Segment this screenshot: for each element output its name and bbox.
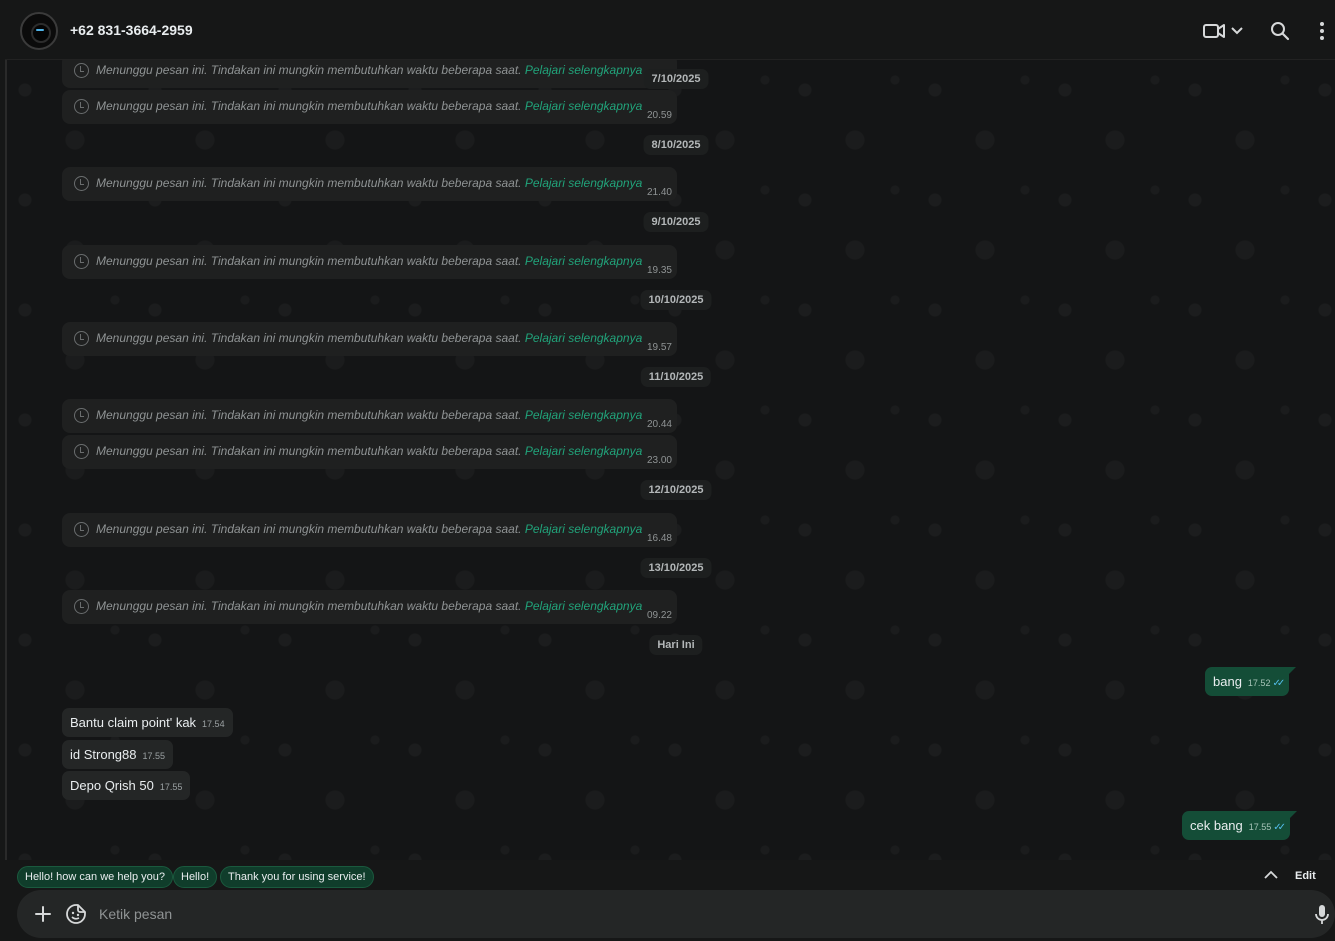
waiting-text: Menunggu pesan ini. Tindakan ini mungkin… — [96, 176, 522, 190]
learn-more-link[interactable]: Pelajari selengkapnya — [525, 99, 642, 113]
message-time: 16.48 — [646, 533, 672, 544]
learn-more-link[interactable]: Pelajari selengkapnya — [525, 522, 642, 536]
clock-icon — [74, 408, 89, 423]
chat-messages-area[interactable]: Menunggu pesan ini. Tindakan ini mungkin… — [5, 60, 1335, 860]
waiting-text: Menunggu pesan ini. Tindakan ini mungkin… — [96, 331, 522, 345]
learn-more-link[interactable]: Pelajari selengkapnya — [525, 408, 642, 422]
quick-replies-edit-button[interactable]: Edit — [1295, 870, 1316, 882]
chevron-down-icon[interactable] — [1230, 20, 1244, 42]
menu-kebab-icon[interactable] — [1317, 20, 1327, 42]
waiting-text: Menunggu pesan ini. Tindakan ini mungkin… — [96, 99, 522, 113]
waiting-message: Menunggu pesan ini. Tindakan ini mungkin… — [62, 399, 677, 433]
clock-icon — [74, 99, 89, 114]
message-time: 23.00 — [646, 455, 672, 466]
learn-more-link[interactable]: Pelajari selengkapnya — [525, 63, 642, 77]
waiting-message: Menunggu pesan ini. Tindakan ini mungkin… — [62, 513, 677, 547]
read-ticks-icon: ✓✓ — [1272, 678, 1285, 689]
microphone-icon[interactable] — [1314, 904, 1330, 926]
learn-more-link[interactable]: Pelajari selengkapnya — [525, 176, 642, 190]
date-chip: 10/10/2025 — [640, 290, 712, 310]
message-text: Depo Qrish 50 — [70, 778, 154, 793]
clock-icon — [74, 254, 89, 269]
learn-more-link[interactable]: Pelajari selengkapnya — [525, 444, 642, 458]
date-chip-today: Hari Ini — [649, 635, 703, 655]
date-chip: 13/10/2025 — [640, 558, 712, 578]
message-time: 20.44 — [646, 419, 672, 430]
clock-icon — [74, 331, 89, 346]
waiting-message: Menunggu pesan ini. Tindakan ini mungkin… — [62, 322, 677, 356]
date-chip: 12/10/2025 — [640, 480, 712, 500]
incoming-message[interactable]: Depo Qrish 50 17.55 — [62, 771, 191, 800]
learn-more-link[interactable]: Pelajari selengkapnya — [525, 599, 642, 613]
outgoing-message[interactable]: bang 17.52 ✓✓ — [1205, 667, 1297, 696]
video-call-icon[interactable] — [1203, 20, 1225, 42]
incoming-message[interactable]: id Strong88 17.55 — [62, 740, 174, 769]
learn-more-link[interactable]: Pelajari selengkapnya — [525, 254, 642, 268]
quick-replies-bar: Hello! how can we help you? Hello! Thank… — [5, 860, 1335, 890]
message-time: 17.54 — [202, 719, 225, 729]
waiting-text: Menunggu pesan ini. Tindakan ini mungkin… — [96, 599, 522, 613]
message-time: 17.55 — [1248, 822, 1272, 832]
clock-icon — [74, 176, 89, 191]
date-chip: 9/10/2025 — [643, 212, 709, 232]
chevron-up-icon[interactable] — [1264, 870, 1278, 880]
learn-more-link[interactable]: Pelajari selengkapnya — [525, 331, 642, 345]
message-text: bang — [1213, 674, 1242, 689]
search-icon[interactable] — [1269, 20, 1291, 42]
waiting-text: Menunggu pesan ini. Tindakan ini mungkin… — [96, 254, 522, 268]
waiting-text: Menunggu pesan ini. Tindakan ini mungkin… — [96, 444, 522, 458]
clock-icon — [74, 63, 89, 78]
sticker-emoji-icon[interactable] — [65, 903, 87, 925]
message-input[interactable] — [99, 904, 1279, 924]
clock-icon — [74, 444, 89, 459]
message-time: 20.59 — [646, 110, 672, 121]
message-text: Bantu claim point' kak — [70, 715, 197, 730]
message-time: 19.57 — [646, 342, 672, 353]
waiting-text: Menunggu pesan ini. Tindakan ini mungkin… — [96, 522, 522, 536]
waiting-text: Menunggu pesan ini. Tindakan ini mungkin… — [96, 408, 522, 422]
waiting-message: Menunggu pesan ini. Tindakan ini mungkin… — [62, 435, 677, 469]
message-time: 17.55 — [159, 782, 183, 792]
message-time: 17.55 — [142, 751, 166, 761]
date-chip: 11/10/2025 — [640, 367, 712, 387]
message-time: 17.52 — [1247, 678, 1271, 688]
quick-reply-chip[interactable]: Hello! — [173, 866, 218, 888]
message-text: id Strong88 — [70, 747, 137, 762]
waiting-message: Menunggu pesan ini. Tindakan ini mungkin… — [62, 167, 677, 201]
message-time: 21.40 — [646, 187, 672, 198]
quick-reply-chip[interactable]: Thank you for using service! — [220, 866, 374, 888]
waiting-text: Menunggu pesan ini. Tindakan ini mungkin… — [96, 63, 522, 77]
plus-icon[interactable] — [33, 904, 53, 924]
read-ticks-icon: ✓✓ — [1273, 822, 1286, 833]
waiting-message: Menunggu pesan ini. Tindakan ini mungkin… — [62, 590, 677, 624]
date-chip: 8/10/2025 — [643, 135, 709, 155]
waiting-message: Menunggu pesan ini. Tindakan ini mungkin… — [62, 245, 677, 279]
contact-name[interactable]: +62 831-3664-2959 — [70, 22, 193, 38]
date-chip: 7/10/2025 — [643, 69, 709, 89]
clock-icon — [74, 522, 89, 537]
message-time: 09.22 — [646, 610, 672, 621]
incoming-message[interactable]: Bantu claim point' kak 17.54 — [62, 708, 233, 737]
waiting-message: Menunggu pesan ini. Tindakan ini mungkin… — [62, 60, 677, 88]
contact-avatar[interactable] — [20, 12, 58, 50]
message-time: 19.35 — [646, 265, 672, 276]
message-text: cek bang — [1190, 818, 1243, 833]
whatsapp-chat-window: +62 831-3664-2959 Menunggu pesan ini. Ti… — [5, 2, 1335, 941]
waiting-message: Menunggu pesan ini. Tindakan ini mungkin… — [62, 90, 677, 124]
message-composer — [17, 890, 1335, 938]
quick-reply-chip[interactable]: Hello! how can we help you? — [17, 866, 174, 888]
outgoing-message[interactable]: cek bang 17.55 ✓✓ — [1182, 811, 1298, 840]
clock-icon — [74, 599, 89, 614]
chat-header: +62 831-3664-2959 — [5, 2, 1335, 60]
